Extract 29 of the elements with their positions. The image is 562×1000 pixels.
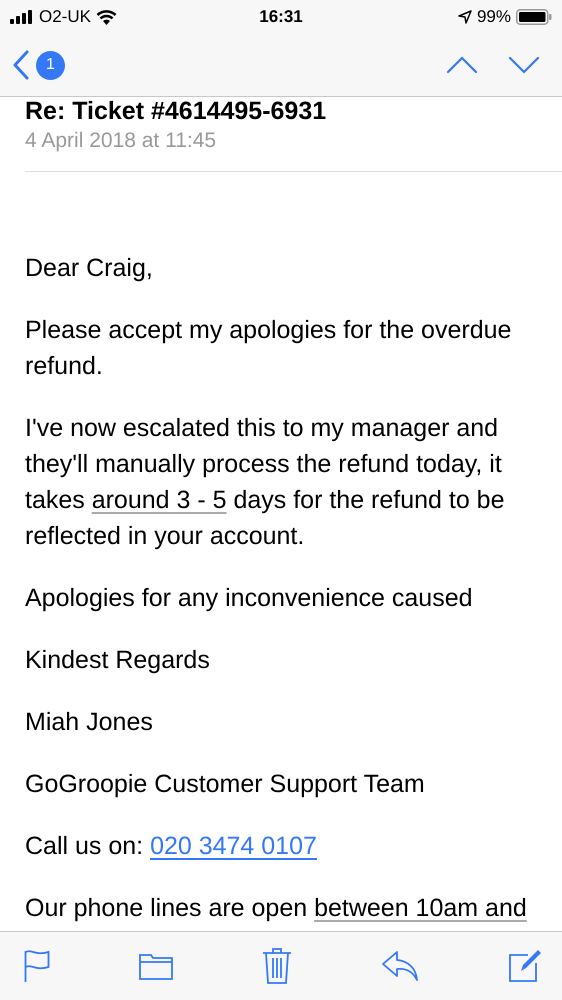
email-paragraph: Dear Craig, xyxy=(25,253,154,284)
location-arrow-icon xyxy=(458,10,472,24)
email-paragraph: I've now escalated this to my manager and they'll manually process the refund today, it takes around 3 - 5 days for the refund to be reflected in your account. xyxy=(25,413,506,552)
email-paragraph: Call us on: 020 3474 0107 xyxy=(25,831,318,862)
email-date: 4 April 2018 at 11:45 xyxy=(25,128,218,154)
signal-icon xyxy=(10,10,34,24)
email-paragraph: Apologies for any inconvenience caused xyxy=(25,583,474,614)
email-paragraph: Our phone lines are open between 10am and xyxy=(25,893,528,924)
wifi-icon xyxy=(96,10,117,24)
back-button[interactable]: 1 xyxy=(12,50,65,80)
flag-icon[interactable] xyxy=(24,949,50,983)
phone-link[interactable]: 020 3474 0107 xyxy=(150,832,317,860)
trash-icon[interactable] xyxy=(262,947,292,985)
previous-message-icon[interactable] xyxy=(446,56,478,74)
email-paragraph: Please accept my apologies for the overdue refund. xyxy=(25,315,512,382)
email-paragraph: GoGroopie Customer Support Team xyxy=(25,769,426,800)
compose-icon[interactable] xyxy=(508,949,542,983)
battery-icon xyxy=(516,9,552,25)
email-subject: Re: Ticket #4614495-6931 xyxy=(25,97,328,125)
clock-time: 16:31 xyxy=(259,7,303,27)
chevron-left-icon xyxy=(12,50,30,80)
email-paragraph: Miah Jones xyxy=(25,707,154,738)
reply-icon[interactable] xyxy=(381,950,419,982)
battery-percent: 99% xyxy=(476,7,511,27)
next-message-icon[interactable] xyxy=(508,56,540,74)
folder-icon[interactable] xyxy=(139,952,173,980)
email-paragraph: Kindest Regards xyxy=(25,645,211,676)
carrier-name: O2-UK xyxy=(39,7,91,27)
unread-count-badge: 1 xyxy=(36,50,65,80)
